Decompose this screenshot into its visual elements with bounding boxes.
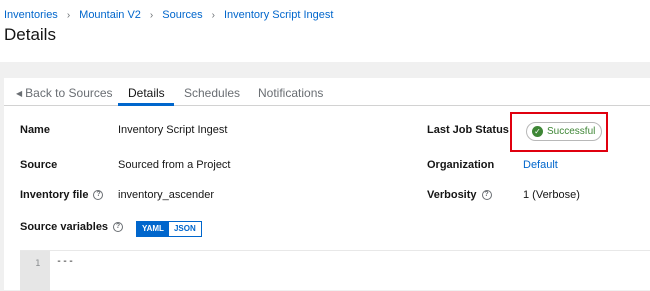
breadcrumb-sources[interactable]: Sources — [162, 9, 202, 21]
json-toggle-button[interactable]: JSON — [168, 222, 201, 236]
source-value: Sourced from a Project — [118, 159, 231, 171]
source-variables-label: Source variables ? — [20, 221, 124, 233]
yaml-json-toggle: YAML JSON — [136, 221, 202, 237]
breadcrumb-inventory[interactable]: Mountain V2 — [79, 9, 141, 21]
last-job-status-label: Last Job Status — [427, 124, 509, 136]
tab-back-to-sources[interactable]: ◀ Back to Sources — [16, 86, 113, 100]
caret-left-icon: ◀ — [16, 89, 23, 98]
editor-code-line: --- — [56, 256, 75, 267]
inventory-file-label-text: Inventory file — [20, 189, 89, 201]
page-title: Details — [4, 25, 56, 44]
active-tab-indicator — [118, 103, 174, 106]
help-circle-icon[interactable]: ? — [481, 190, 492, 200]
organization-label: Organization — [427, 159, 495, 171]
tab-bar: ◀ Back to Sources Details Schedules Notif… — [4, 78, 650, 106]
line-number: 1 — [35, 259, 41, 269]
source-variables-label-text: Source variables — [20, 221, 109, 233]
verbosity-label-text: Verbosity — [427, 189, 477, 201]
breadcrumb-inventories[interactable]: Inventories — [4, 9, 58, 21]
breadcrumb-separator-icon: › — [211, 9, 215, 21]
verbosity-value: 1 (Verbose) — [523, 189, 580, 201]
status-highlight-box — [510, 112, 608, 152]
inventory-file-value: inventory_ascender — [118, 189, 215, 201]
tab-notifications[interactable]: Notifications — [258, 86, 323, 100]
breadcrumb-current-source[interactable]: Inventory Script Ingest — [224, 9, 333, 21]
tab-back-label: Back to Sources — [25, 86, 113, 100]
inventory-file-label: Inventory file ? — [20, 189, 104, 201]
editor-gutter: 1 — [20, 251, 50, 291]
source-variables-editor[interactable]: 1 --- — [20, 250, 650, 291]
help-circle-icon[interactable]: ? — [113, 222, 124, 232]
tab-details[interactable]: Details — [128, 86, 165, 100]
organization-link[interactable]: Default — [523, 159, 558, 171]
page-header: Inventories › Mountain V2 › Sources › In… — [0, 0, 650, 62]
name-label: Name — [20, 124, 50, 136]
breadcrumb-separator-icon: › — [149, 9, 154, 21]
yaml-toggle-button[interactable]: YAML — [137, 222, 169, 236]
tab-schedules[interactable]: Schedules — [184, 86, 240, 100]
details-card: ◀ Back to Sources Details Schedules Notif… — [4, 78, 650, 291]
breadcrumb-separator-icon: › — [66, 9, 71, 21]
name-value: Inventory Script Ingest — [118, 124, 228, 136]
source-label: Source — [20, 159, 58, 171]
breadcrumb: Inventories › Mountain V2 › Sources › In… — [4, 9, 333, 21]
help-circle-icon[interactable]: ? — [93, 190, 104, 200]
verbosity-label: Verbosity ? — [427, 189, 492, 201]
